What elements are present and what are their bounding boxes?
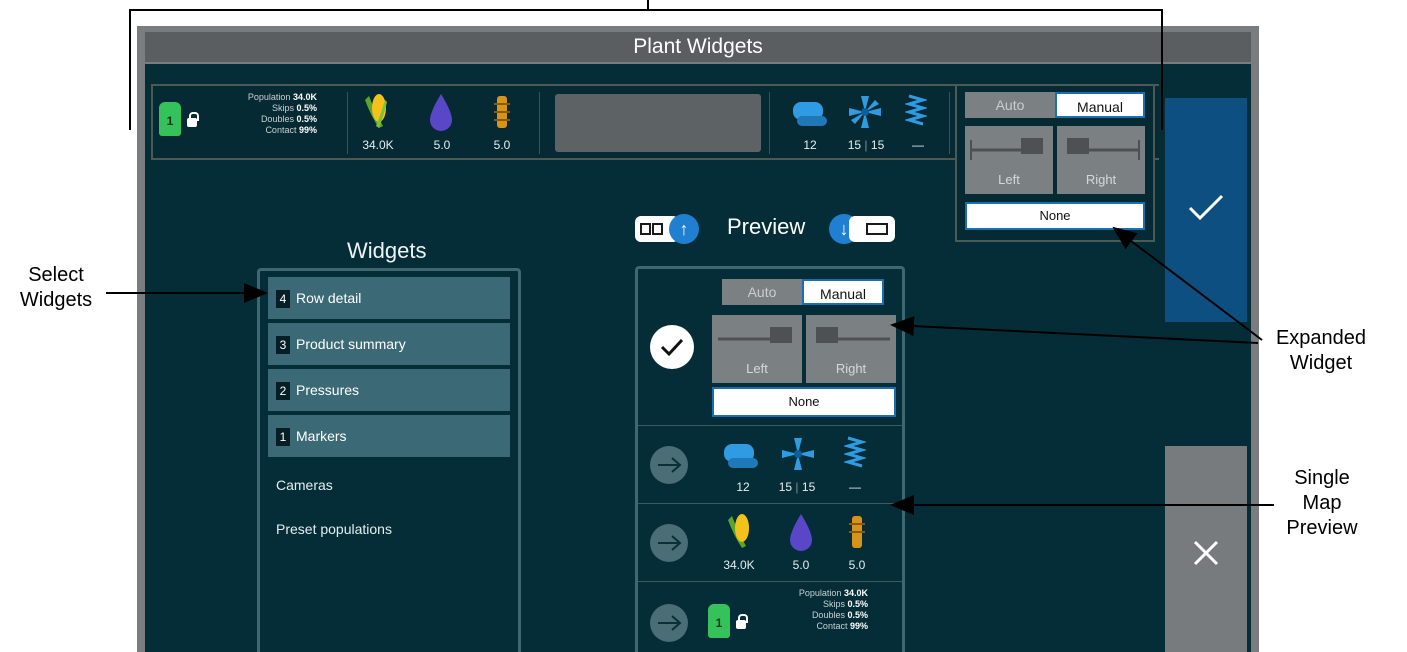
selected-check-icon <box>650 325 694 369</box>
right-marker-button[interactable]: Right <box>1057 126 1145 194</box>
divider <box>539 92 540 154</box>
spring-value: — <box>849 480 861 494</box>
preview-row-markers[interactable]: Auto Manual Left Right None <box>638 269 902 425</box>
callout-single-map-preview: Single Map Preview <box>1286 467 1358 539</box>
insecticide-value: 5.0 <box>493 138 511 152</box>
right-marker-icon <box>1067 138 1140 160</box>
row-status-icon: 1 <box>159 102 181 136</box>
insecticide-value: 5.0 <box>848 558 866 572</box>
vacuum-icon <box>793 102 827 126</box>
callout-select-widgets: Select Widgets <box>19 264 93 311</box>
widgets-list: 4 Row detail 3 Product summary 2 Pressures … <box>257 268 521 652</box>
callout-expanded-widget: Expanded Widget <box>1275 327 1367 374</box>
row-detail-stats: Population 34.0K Skips 0.5% Doubles 0.5%… <box>798 588 868 631</box>
vacuum-value: 12 <box>736 480 750 494</box>
spring-icon <box>844 436 866 468</box>
right-marker-icon <box>816 327 890 343</box>
reorder-handle-icon[interactable] <box>650 446 688 484</box>
widgets-title: Widgets <box>347 238 427 263</box>
preview-auto-manual-toggle[interactable]: Auto Manual <box>722 279 884 305</box>
left-marker-icon <box>970 138 1043 160</box>
divider <box>949 92 950 154</box>
cancel-button[interactable] <box>1165 446 1247 652</box>
layout-single-toggle[interactable] <box>849 216 895 242</box>
double-map-icon <box>640 223 663 235</box>
preview-manual-option[interactable]: Manual <box>802 279 884 305</box>
annotated-screenshot: Select Widgets Expanded Widget Single Ma… <box>0 0 1407 652</box>
spring-icon <box>905 94 927 126</box>
seed-value: 34.0K <box>723 558 755 572</box>
device-frame: Plant Widgets 1 Population 34.0K Skips 0… <box>137 26 1259 652</box>
preview-title: Preview <box>727 214 806 239</box>
widget-item-cameras[interactable]: Cameras <box>276 477 333 493</box>
close-icon <box>1193 540 1219 566</box>
left-marker-icon <box>718 327 792 343</box>
fan-icon <box>782 438 814 470</box>
preview-none-marker[interactable]: None <box>712 387 896 417</box>
empty-widget-slot <box>555 94 761 152</box>
divider <box>347 92 348 154</box>
vacuum-value: 12 <box>803 138 817 152</box>
single-map-icon <box>866 223 888 235</box>
lock-icon <box>736 614 748 629</box>
preview-row-product-summary[interactable]: 34.0K 5.0 5.0 <box>638 503 902 581</box>
fan-value: 15 | 15 <box>778 480 816 494</box>
none-marker-button[interactable]: None <box>965 202 1145 230</box>
row-status-icon: 1 <box>708 604 730 638</box>
spring-value: — <box>912 138 924 152</box>
auto-option[interactable]: Auto <box>965 92 1055 118</box>
reorder-handle-icon[interactable] <box>650 524 688 562</box>
preview-row-pressures[interactable]: 12 15 | 15 — <box>638 425 902 503</box>
corn-icon <box>728 514 749 548</box>
widget-item-product-summary[interactable]: 3 Product summary <box>268 323 510 365</box>
widget-item-preset-populations[interactable]: Preset populations <box>276 521 392 537</box>
reorder-handle-icon[interactable] <box>650 604 688 642</box>
liquid-drop-icon <box>430 94 452 131</box>
liquid-value: 5.0 <box>792 558 810 572</box>
preview-right-marker[interactable]: Right <box>806 315 896 383</box>
checkmark-icon <box>1188 194 1224 221</box>
fan-value: 15 | 15 <box>847 138 885 152</box>
row-detail-stats: Population 34.0K Skips 0.5% Doubles 0.5%… <box>247 92 317 135</box>
corn-icon <box>365 94 387 128</box>
fan-icon <box>849 96 881 128</box>
widget-item-row-detail[interactable]: 4 Row detail <box>268 277 510 319</box>
preview-row-row-detail[interactable]: 1 Population 34.0K Skips 0.5% Doubles 0.… <box>638 581 902 652</box>
move-up-button[interactable]: ↑ <box>669 214 699 244</box>
insecticide-icon <box>494 96 510 128</box>
preview-list: Auto Manual Left Right None 12 15 | 15 —… <box>635 266 905 652</box>
window-title: Plant Widgets <box>145 32 1251 62</box>
liquid-drop-icon <box>790 514 812 551</box>
preview-left-marker[interactable]: Left <box>712 315 802 383</box>
auto-manual-toggle[interactable]: Auto Manual <box>965 92 1145 118</box>
divider <box>769 92 770 154</box>
seed-value: 34.0K <box>362 138 394 152</box>
confirm-button[interactable] <box>1165 98 1247 322</box>
widget-item-markers[interactable]: 1 Markers <box>268 415 510 457</box>
manual-option[interactable]: Manual <box>1055 92 1145 118</box>
display-screen: 1 Population 34.0K Skips 0.5% Doubles 0.… <box>145 64 1251 652</box>
insecticide-icon <box>849 516 865 548</box>
preview-auto-option[interactable]: Auto <box>722 279 802 305</box>
expanded-markers-widget: Auto Manual Left Right None <box>955 84 1155 242</box>
left-marker-button[interactable]: Left <box>965 126 1053 194</box>
liquid-value: 5.0 <box>433 138 451 152</box>
lock-icon <box>187 112 199 127</box>
widget-item-pressures[interactable]: 2 Pressures <box>268 369 510 411</box>
vacuum-icon <box>724 444 758 468</box>
